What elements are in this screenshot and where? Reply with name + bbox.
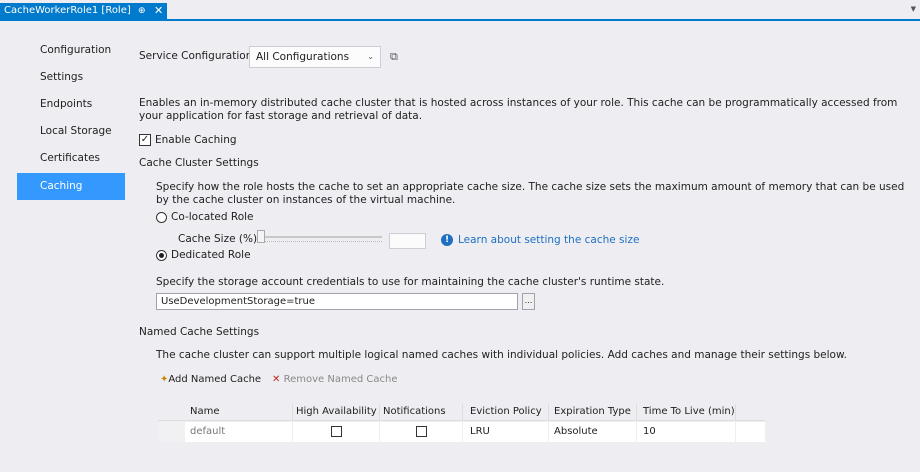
cache-size-label: Cache Size (%): — [178, 233, 261, 245]
column-header-high-availability[interactable]: High Availability — [296, 402, 377, 420]
notifications-checkbox[interactable] — [416, 425, 427, 437]
enable-caching-checkbox[interactable]: ✓ Enable Caching — [139, 134, 237, 146]
remove-cache-icon: ✕ — [272, 374, 281, 385]
cell-divider — [462, 422, 463, 442]
radio-off-icon — [156, 211, 167, 223]
checkmark-icon: ✓ — [139, 134, 151, 146]
document-tab-title: CacheWorkerRole1 [Role] — [4, 5, 131, 16]
close-icon[interactable]: ✕ — [154, 3, 163, 19]
cell-divider — [292, 422, 293, 442]
column-header-expiration-type[interactable]: Expiration Type — [554, 402, 631, 420]
colocated-label: Co-located Role — [171, 211, 254, 223]
cell-divider — [379, 422, 380, 442]
high-availability-checkbox[interactable] — [331, 425, 342, 437]
nav-item-settings[interactable]: Settings — [17, 64, 125, 91]
column-divider — [548, 404, 549, 420]
cache-size-input[interactable] — [389, 233, 426, 249]
learn-cache-size-text: Learn about setting the cache size — [458, 234, 640, 246]
column-divider — [292, 404, 293, 420]
table-row[interactable]: default LRU Absolute 10 — [158, 422, 765, 442]
cluster-heading: Cache Cluster Settings — [139, 157, 259, 169]
caching-description: Enables an in-memory distributed cache c… — [139, 97, 898, 122]
cell-name[interactable]: default — [190, 422, 225, 442]
cell-high-availability[interactable] — [331, 422, 342, 442]
column-divider — [735, 404, 736, 420]
column-divider — [379, 404, 380, 420]
named-cache-description: The cache cluster can support multiple l… — [156, 349, 847, 361]
pin-icon[interactable]: ⊕ — [138, 3, 146, 19]
column-header-ttl[interactable]: Time To Live (min) — [643, 402, 735, 420]
storage-description: Specify the storage account credentials … — [156, 276, 665, 288]
cell-eviction-policy[interactable]: LRU — [470, 422, 490, 442]
tab-underline — [0, 19, 920, 21]
cell-notifications[interactable] — [416, 422, 427, 442]
nav-item-configuration[interactable]: Configuration — [17, 37, 125, 64]
dedicated-label: Dedicated Role — [171, 249, 251, 261]
nav-item-local-storage[interactable]: Local Storage — [17, 118, 125, 145]
chevron-down-icon: ⌄ — [367, 52, 374, 61]
storage-browse-button[interactable]: ... — [522, 293, 535, 310]
column-divider — [636, 404, 637, 420]
add-named-cache-label: Add Named Cache — [168, 374, 262, 385]
column-header-name[interactable]: Name — [190, 402, 220, 420]
cell-divider — [548, 422, 549, 442]
colocated-radio[interactable]: Co-located Role — [156, 211, 254, 223]
column-header-notifications[interactable]: Notifications — [383, 402, 446, 420]
learn-cache-size-link[interactable]: ! Learn about setting the cache size — [441, 234, 639, 246]
document-tab[interactable]: CacheWorkerRole1 [Role] ⊕ ✕ — [0, 3, 167, 19]
row-selector[interactable] — [158, 422, 185, 442]
dedicated-radio[interactable]: Dedicated Role — [156, 249, 251, 261]
nav-item-caching[interactable]: Caching — [17, 173, 125, 200]
named-cache-heading: Named Cache Settings — [139, 326, 260, 338]
cell-divider — [735, 422, 736, 442]
column-divider — [462, 404, 463, 420]
column-header-eviction-policy[interactable]: Eviction Policy — [470, 402, 542, 420]
service-config-select[interactable]: All Configurations ⌄ — [249, 46, 381, 68]
service-config-label: Service Configuration: — [139, 50, 256, 62]
storage-connection-input[interactable]: UseDevelopmentStorage=true — [156, 293, 518, 310]
grid-header: Name High Availability Notifications Evi… — [158, 402, 765, 421]
cell-divider — [636, 422, 637, 442]
cell-expiration-type[interactable]: Absolute — [554, 422, 598, 442]
enable-caching-label: Enable Caching — [155, 134, 237, 146]
service-config-value: All Configurations — [256, 51, 350, 63]
cache-size-slider-track[interactable] — [258, 236, 382, 238]
nav-item-endpoints[interactable]: Endpoints — [17, 91, 125, 118]
tab-overflow-icon[interactable]: ▼ — [911, 5, 916, 13]
cache-size-slider-thumb[interactable] — [257, 230, 265, 243]
document-tab-bar: CacheWorkerRole1 [Role] ⊕ ✕ ▼ — [0, 0, 920, 19]
copy-config-icon[interactable]: ⧉ — [390, 50, 398, 64]
cell-ttl[interactable]: 10 — [643, 422, 656, 442]
nav-item-certificates[interactable]: Certificates — [17, 145, 125, 172]
add-named-cache-button[interactable]: ✦Add Named Cache — [160, 374, 261, 385]
settings-nav: Configuration Settings Endpoints Local S… — [17, 37, 125, 200]
cluster-description: Specify how the role hosts the cache to … — [156, 181, 905, 206]
remove-named-cache-label: Remove Named Cache — [283, 374, 398, 385]
radio-on-icon — [156, 249, 167, 261]
cache-size-slider-ticks — [265, 240, 382, 242]
info-icon: ! — [441, 234, 453, 246]
remove-named-cache-button[interactable]: ✕ Remove Named Cache — [272, 374, 397, 385]
